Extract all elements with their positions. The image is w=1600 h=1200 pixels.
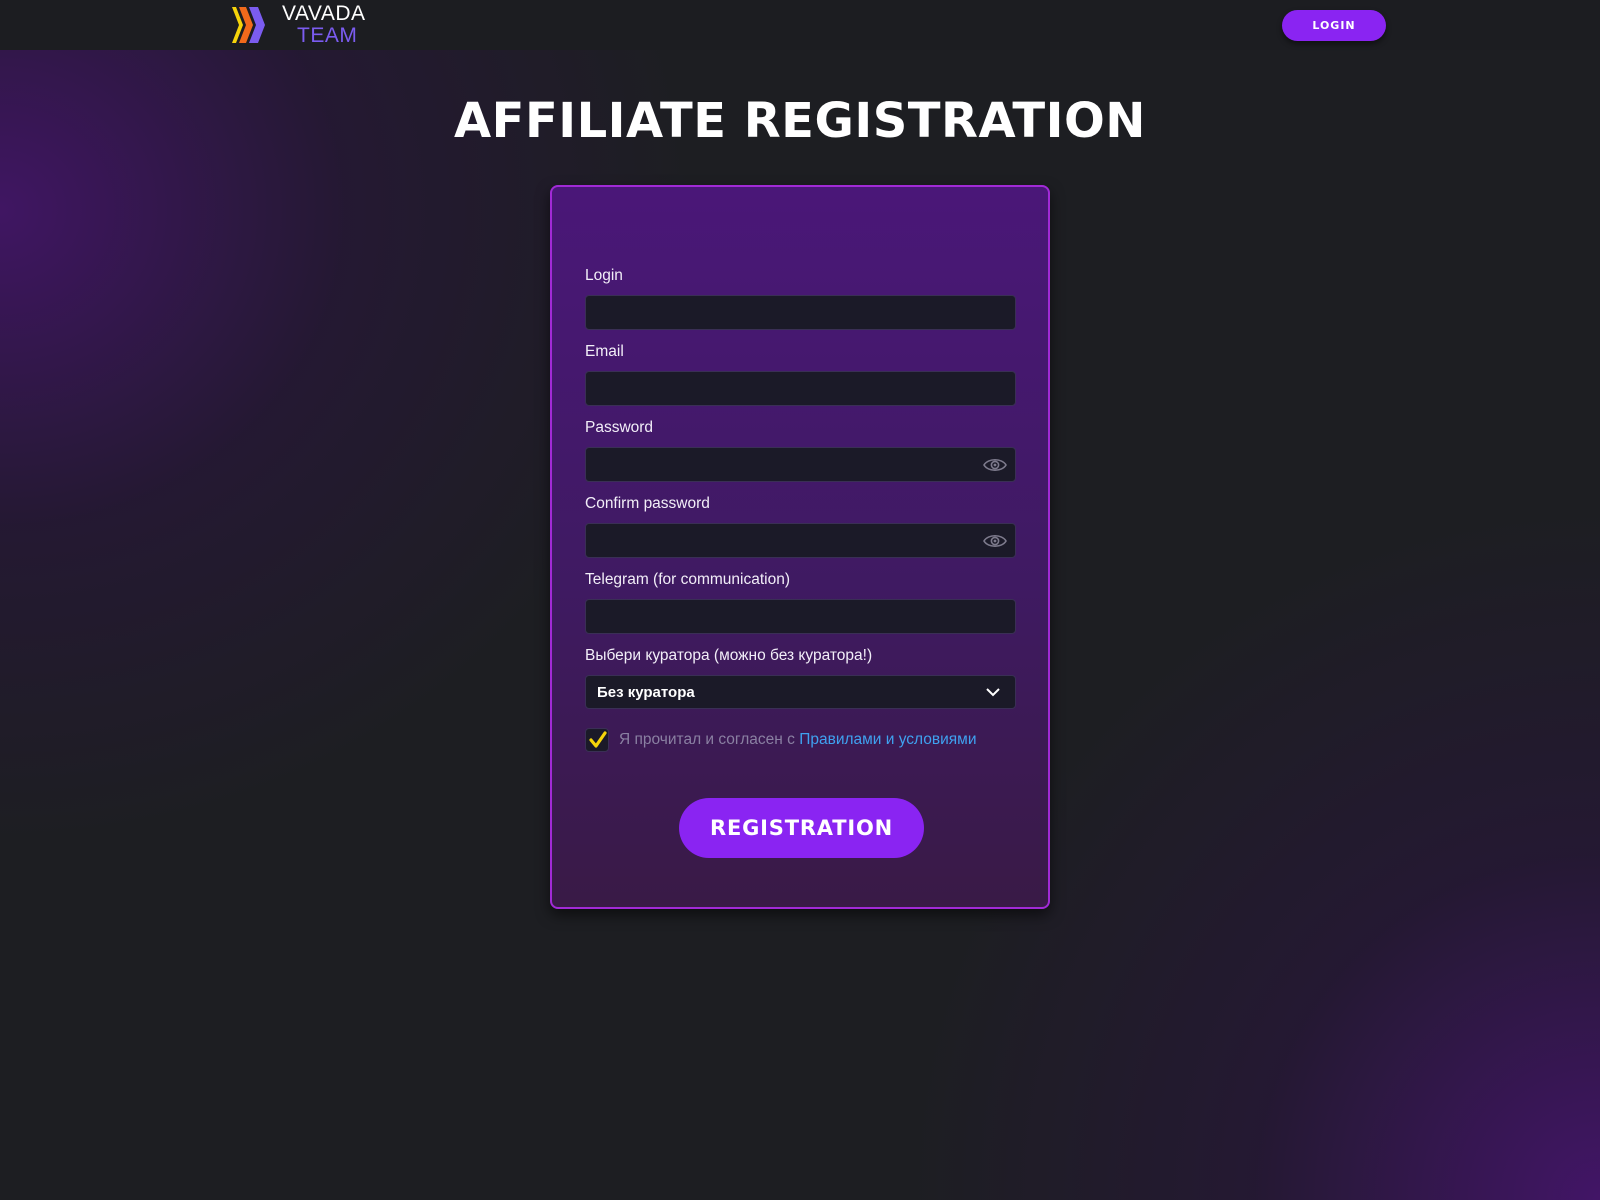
email-input[interactable] <box>585 371 1016 406</box>
top-header: VAVADA TEAM LOGIN <box>0 0 1600 50</box>
login-label: Login <box>585 267 623 284</box>
brand-name-line2: TEAM <box>297 24 358 47</box>
chevron-down-icon <box>986 688 1000 697</box>
vavada-logo-icon <box>232 7 265 43</box>
telegram-label: Telegram (for communication) <box>585 571 791 588</box>
brand-name-line1: VAVADA <box>282 2 366 25</box>
terms-prefix: Я прочитал и согласен с <box>619 731 800 748</box>
check-icon <box>589 731 607 748</box>
eye-icon[interactable] <box>983 533 1007 549</box>
password-input[interactable] <box>585 447 1016 482</box>
brand-name: VAVADA TEAM <box>282 3 366 47</box>
curator-select[interactable]: Без куратора <box>585 675 1016 709</box>
email-label: Email <box>585 343 624 360</box>
terms-checkbox[interactable] <box>585 728 609 752</box>
registration-button[interactable]: REGISTRATION <box>679 798 924 858</box>
confirm-password-label: Confirm password <box>585 495 710 512</box>
page-title: AFFILIATE REGISTRATION <box>454 93 1146 149</box>
password-label: Password <box>585 419 654 436</box>
telegram-input[interactable] <box>585 599 1016 634</box>
curator-select-value: Без куратора <box>597 683 695 701</box>
registration-form: Login Email Password Confirm password Te… <box>550 185 1050 909</box>
login-input[interactable] <box>585 295 1016 330</box>
login-button[interactable]: LOGIN <box>1282 10 1386 41</box>
eye-icon[interactable] <box>983 457 1007 473</box>
curator-label: Выбери куратора (можно без куратора!) <box>585 647 873 664</box>
terms-link[interactable]: Правилами и условиями <box>799 731 976 748</box>
brand-logo[interactable]: VAVADA TEAM <box>230 2 380 48</box>
terms-text: Я прочитал и согласен с Правилами и усло… <box>619 731 977 749</box>
confirm-password-input[interactable] <box>585 523 1016 558</box>
